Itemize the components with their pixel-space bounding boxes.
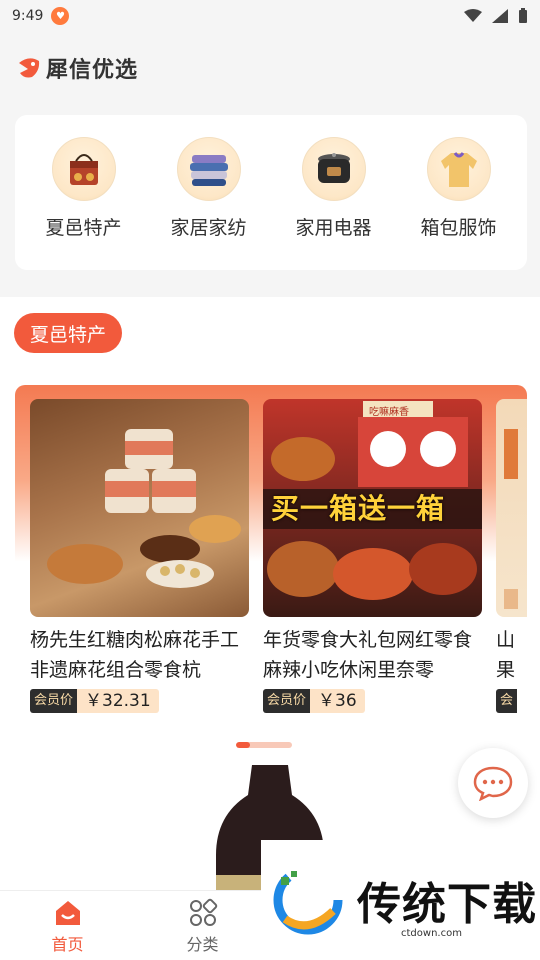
- sweater-icon: [426, 137, 491, 201]
- category-item-appliances[interactable]: 家用电器: [279, 137, 389, 240]
- notification-app-icon: ♥: [51, 7, 70, 25]
- product-card[interactable]: 杨先生红糖肉松麻花手工非遗麻花组合零食杭 会员价 ￥32.31: [30, 399, 249, 713]
- carousel-page-indicator: [236, 742, 292, 748]
- product-name[interactable]: 杨先生红糖肉松麻花手工非遗麻花组合零食杭: [30, 625, 249, 685]
- folded-towels-icon: [176, 137, 241, 201]
- category-grid-icon: [189, 898, 217, 926]
- pressure-cooker-icon: [301, 137, 366, 201]
- gift-box-icon: [51, 137, 116, 201]
- status-time: 9:49: [12, 8, 44, 24]
- tab-label: 分类: [186, 935, 219, 954]
- carousel-page-indicator-active: [236, 742, 250, 748]
- product-badge: 吃嘛麻香: [369, 407, 409, 418]
- chat-bubble-icon: [473, 766, 513, 801]
- watermark-logo-icon: [273, 865, 343, 935]
- product-image: [30, 399, 249, 617]
- app-title: 犀信优选: [46, 58, 139, 83]
- product-price: ￥32.31: [77, 689, 159, 713]
- member-price-tag: 会: [496, 689, 518, 713]
- product-card[interactable]: 山果 会: [496, 399, 527, 713]
- price-row: 会员价 ￥32.31: [30, 689, 249, 713]
- category-label: 箱包服饰: [420, 217, 497, 239]
- product-image: 吃嘛麻香 买一箱送一箱: [263, 399, 482, 617]
- home-icon: [55, 901, 80, 925]
- product-card[interactable]: 吃嘛麻香 买一箱送一箱 年货零食大礼包网红零食麻辣小吃休闲里奈零 会员价 ￥36: [263, 399, 482, 713]
- signal-icon: [492, 9, 508, 23]
- price-row: 会: [496, 689, 527, 713]
- category-item-local-specialty[interactable]: 夏邑特产: [29, 137, 139, 240]
- category-label: 夏邑特产: [45, 217, 122, 239]
- watermark: 传统下载 ctdown.com: [261, 840, 540, 960]
- category-item-home-textile[interactable]: 家居家纺: [154, 137, 264, 240]
- product-name[interactable]: 山果: [496, 625, 516, 685]
- promo-banner-text: 买一箱送一箱: [271, 492, 446, 525]
- app-header: 犀信优选: [0, 44, 540, 92]
- product-image: [496, 399, 527, 617]
- category-item-bags-apparel[interactable]: 箱包服饰: [404, 137, 514, 240]
- category-card: 夏邑特产 家居家纺 家用电器 箱包服饰: [15, 115, 527, 270]
- tab-label: 首页: [51, 935, 84, 954]
- member-price-tag: 会员价: [30, 689, 78, 713]
- section-title-pill[interactable]: 夏邑特产: [14, 313, 123, 353]
- watermark-url: ctdown.com: [401, 928, 462, 939]
- member-price-tag: 会员价: [263, 689, 311, 713]
- logo-icon: [19, 58, 40, 78]
- chat-button[interactable]: [458, 748, 528, 818]
- category-label: 家用电器: [295, 217, 372, 239]
- battery-icon: [519, 8, 527, 23]
- wifi-icon: [464, 9, 482, 22]
- price-row: 会员价 ￥36: [263, 689, 482, 713]
- category-label: 家居家纺: [170, 217, 247, 239]
- product-carousel[interactable]: 杨先生红糖肉松麻花手工非遗麻花组合零食杭 会员价 ￥32.31 吃嘛麻香 买一箱…: [15, 385, 527, 725]
- status-indicators: [464, 8, 528, 24]
- product-name[interactable]: 年货零食大礼包网红零食麻辣小吃休闲里奈零: [263, 625, 482, 685]
- tab-category[interactable]: 分类: [135, 891, 270, 960]
- watermark-text: 传统下载: [357, 879, 537, 930]
- tab-home[interactable]: 首页: [0, 891, 135, 960]
- status-bar: 9:49 ♥: [0, 0, 540, 32]
- product-price: ￥36: [310, 689, 365, 713]
